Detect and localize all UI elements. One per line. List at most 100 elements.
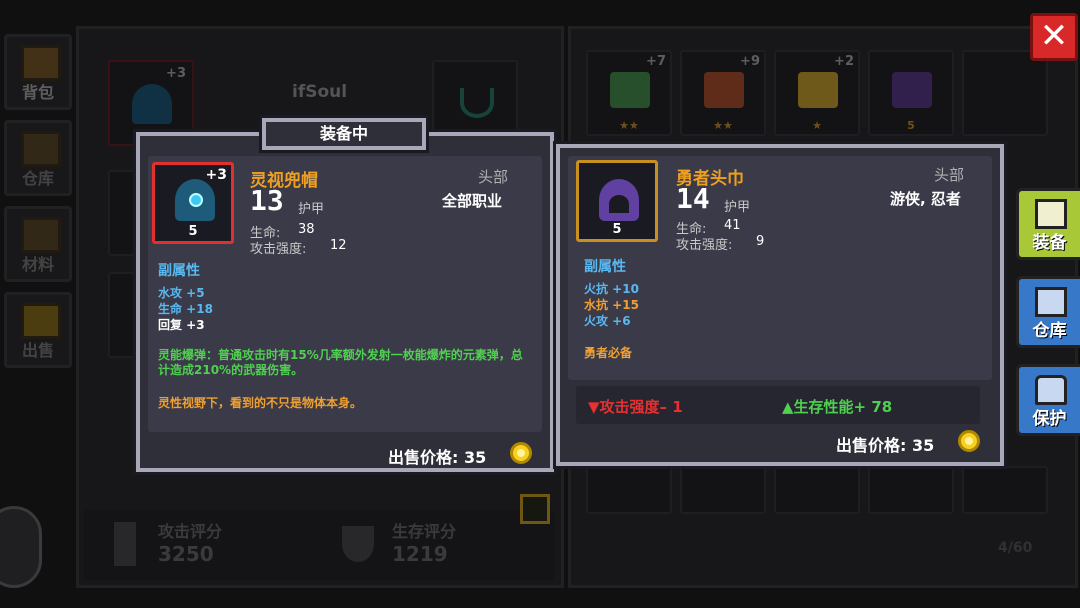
inventory-slot[interactable] [774, 466, 860, 514]
equip-slot-plus: +3 [166, 66, 186, 81]
necklace-icon [460, 88, 494, 118]
hood-icon [132, 84, 172, 124]
equipped-banner-label: 装备中 [319, 124, 368, 143]
equipped-armor-label: 护甲 [298, 202, 325, 217]
inventory-slot-empty[interactable] [962, 50, 1048, 136]
inventory-slot[interactable]: +7 ★★ [586, 50, 672, 136]
equipped-item-plus: +3 [205, 167, 227, 183]
inventory-slot[interactable] [680, 466, 766, 514]
nav-backpack[interactable]: 背包 [4, 34, 72, 110]
item-icon [704, 72, 744, 108]
inventory-slot[interactable] [962, 466, 1048, 514]
compare-sub-3: 火攻 +6 [584, 314, 631, 328]
inventory-slot-stars: ★ [812, 119, 822, 132]
lock-icon [1035, 375, 1067, 405]
equipped-effect: 灵能爆弹：普通攻击时有15%几率额外发射一枚能爆炸的元素弹，总计造成210%的武… [158, 348, 523, 377]
equipped-attack-label: 攻击强度: [250, 242, 307, 257]
materials-icon [21, 217, 61, 253]
equipped-class: 全部职业 [442, 192, 503, 210]
player-name: ifSoul [292, 82, 348, 102]
nav-warehouse-label: 仓库 [21, 169, 54, 188]
tab-equip[interactable]: 装备 [1016, 188, 1080, 260]
inventory-slot-stars: 5 [907, 119, 915, 132]
tab-protect[interactable]: 保护 [1016, 364, 1080, 436]
armor-icon [1035, 199, 1067, 229]
equipped-banner: 装备中 [262, 118, 426, 150]
equipped-sub-3: 回复 +3 [158, 318, 205, 332]
compare-item-tooltip: 5 勇者头巾 14 护甲 生命: 41 攻击强度: 9 头部 游侠, 忍者 副属… [556, 144, 1004, 466]
equip-slot-side-1[interactable] [108, 170, 138, 256]
sword-icon [114, 522, 136, 566]
equipped-price: 出售价格: 35 [388, 448, 487, 467]
bandana-icon [599, 179, 639, 221]
compare-sub-header: 副属性 [584, 259, 626, 275]
compare-slot-type: 头部 [934, 166, 965, 184]
nav-backpack-label: 背包 [21, 83, 54, 102]
equipped-sub-header: 副属性 [158, 263, 200, 279]
compare-life-value: 41 [724, 218, 741, 233]
sell-icon [21, 303, 61, 339]
backpack-icon [21, 45, 61, 81]
inventory-slot[interactable] [868, 466, 954, 514]
item-icon [798, 72, 838, 108]
nav-materials-label: 材料 [21, 255, 54, 274]
nav-materials[interactable]: 材料 [4, 206, 72, 282]
score-bar [84, 510, 554, 580]
equipped-attack-value: 12 [330, 238, 347, 253]
compare-set-note: 勇者必备 [584, 346, 633, 360]
tab-warehouse[interactable]: 仓库 [1016, 276, 1080, 348]
compare-armor-label: 护甲 [724, 200, 751, 215]
equipped-sub-2: 生命 +18 [158, 302, 213, 316]
equipped-flavor: 灵性视野下，看到的不只是物体本身。 [158, 396, 363, 410]
compare-item-icon-frame: 5 [576, 160, 658, 242]
floating-assistant-button[interactable] [0, 506, 42, 588]
equip-slot-side-2[interactable] [108, 272, 138, 358]
equipped-armor-value: 13 [250, 184, 284, 217]
shield-icon [342, 526, 374, 562]
survival-score-label: 生存评分 [392, 522, 457, 541]
survival-score-value: 1219 [392, 542, 448, 566]
chest-icon [21, 131, 61, 167]
compare-price: 出售价格: 35 [836, 436, 935, 455]
compare-attack-value: 9 [756, 234, 765, 249]
equipped-item-level: 5 [188, 224, 198, 239]
inventory-slot-plus: +9 [740, 54, 760, 69]
compare-diff-down: ▼攻击强度– 1 [588, 398, 683, 416]
inventory-slot[interactable] [586, 466, 672, 514]
equipped-life-value: 38 [298, 222, 315, 237]
gold-coin-icon [510, 442, 532, 464]
close-icon: ✕ [1039, 16, 1069, 56]
compare-sub-2: 水抗 +15 [584, 298, 639, 312]
nav-sell-label: 出售 [21, 341, 54, 360]
compare-sub-1: 火抗 +10 [584, 282, 639, 296]
tab-equip-label: 装备 [1032, 233, 1067, 253]
attack-score-value: 3250 [158, 542, 214, 566]
inventory-slot[interactable]: +9 ★★ [680, 50, 766, 136]
compare-class: 游侠, 忍者 [890, 190, 961, 208]
inventory-slot-plus: +2 [834, 54, 854, 69]
inventory-slot[interactable]: 5 [868, 50, 954, 136]
nav-sell[interactable]: 出售 [4, 292, 72, 368]
attack-score-label: 攻击评分 [158, 522, 223, 541]
chest-icon [1035, 287, 1067, 317]
compare-armor-value: 14 [676, 182, 710, 215]
equipped-item-icon-frame: +3 5 [152, 162, 234, 244]
equipped-slot-type: 头部 [478, 168, 509, 186]
equipped-sub-1: 水攻 +5 [158, 286, 205, 300]
compare-item-level: 5 [612, 222, 622, 237]
inventory-slot-plus: +7 [646, 54, 666, 69]
inventory-count: 4/60 [998, 540, 1033, 556]
hood-icon [175, 179, 215, 221]
inventory-slot-stars: ★★ [619, 119, 639, 132]
nav-warehouse[interactable]: 仓库 [4, 120, 72, 196]
item-icon [892, 72, 932, 108]
tab-protect-label: 保护 [1032, 409, 1067, 429]
info-book-icon[interactable] [520, 494, 550, 524]
compare-diff-up: ▲生存性能+ 78 [782, 398, 893, 416]
inventory-slot[interactable]: +2 ★ [774, 50, 860, 136]
item-icon [610, 72, 650, 108]
gold-coin-icon [958, 430, 980, 452]
compare-attack-label: 攻击强度: [676, 238, 733, 253]
close-button[interactable]: ✕ [1030, 13, 1078, 61]
equipped-item-tooltip: +3 5 灵视兜帽 13 护甲 生命: 38 攻击强度: 12 头部 全部职业 … [136, 132, 554, 472]
